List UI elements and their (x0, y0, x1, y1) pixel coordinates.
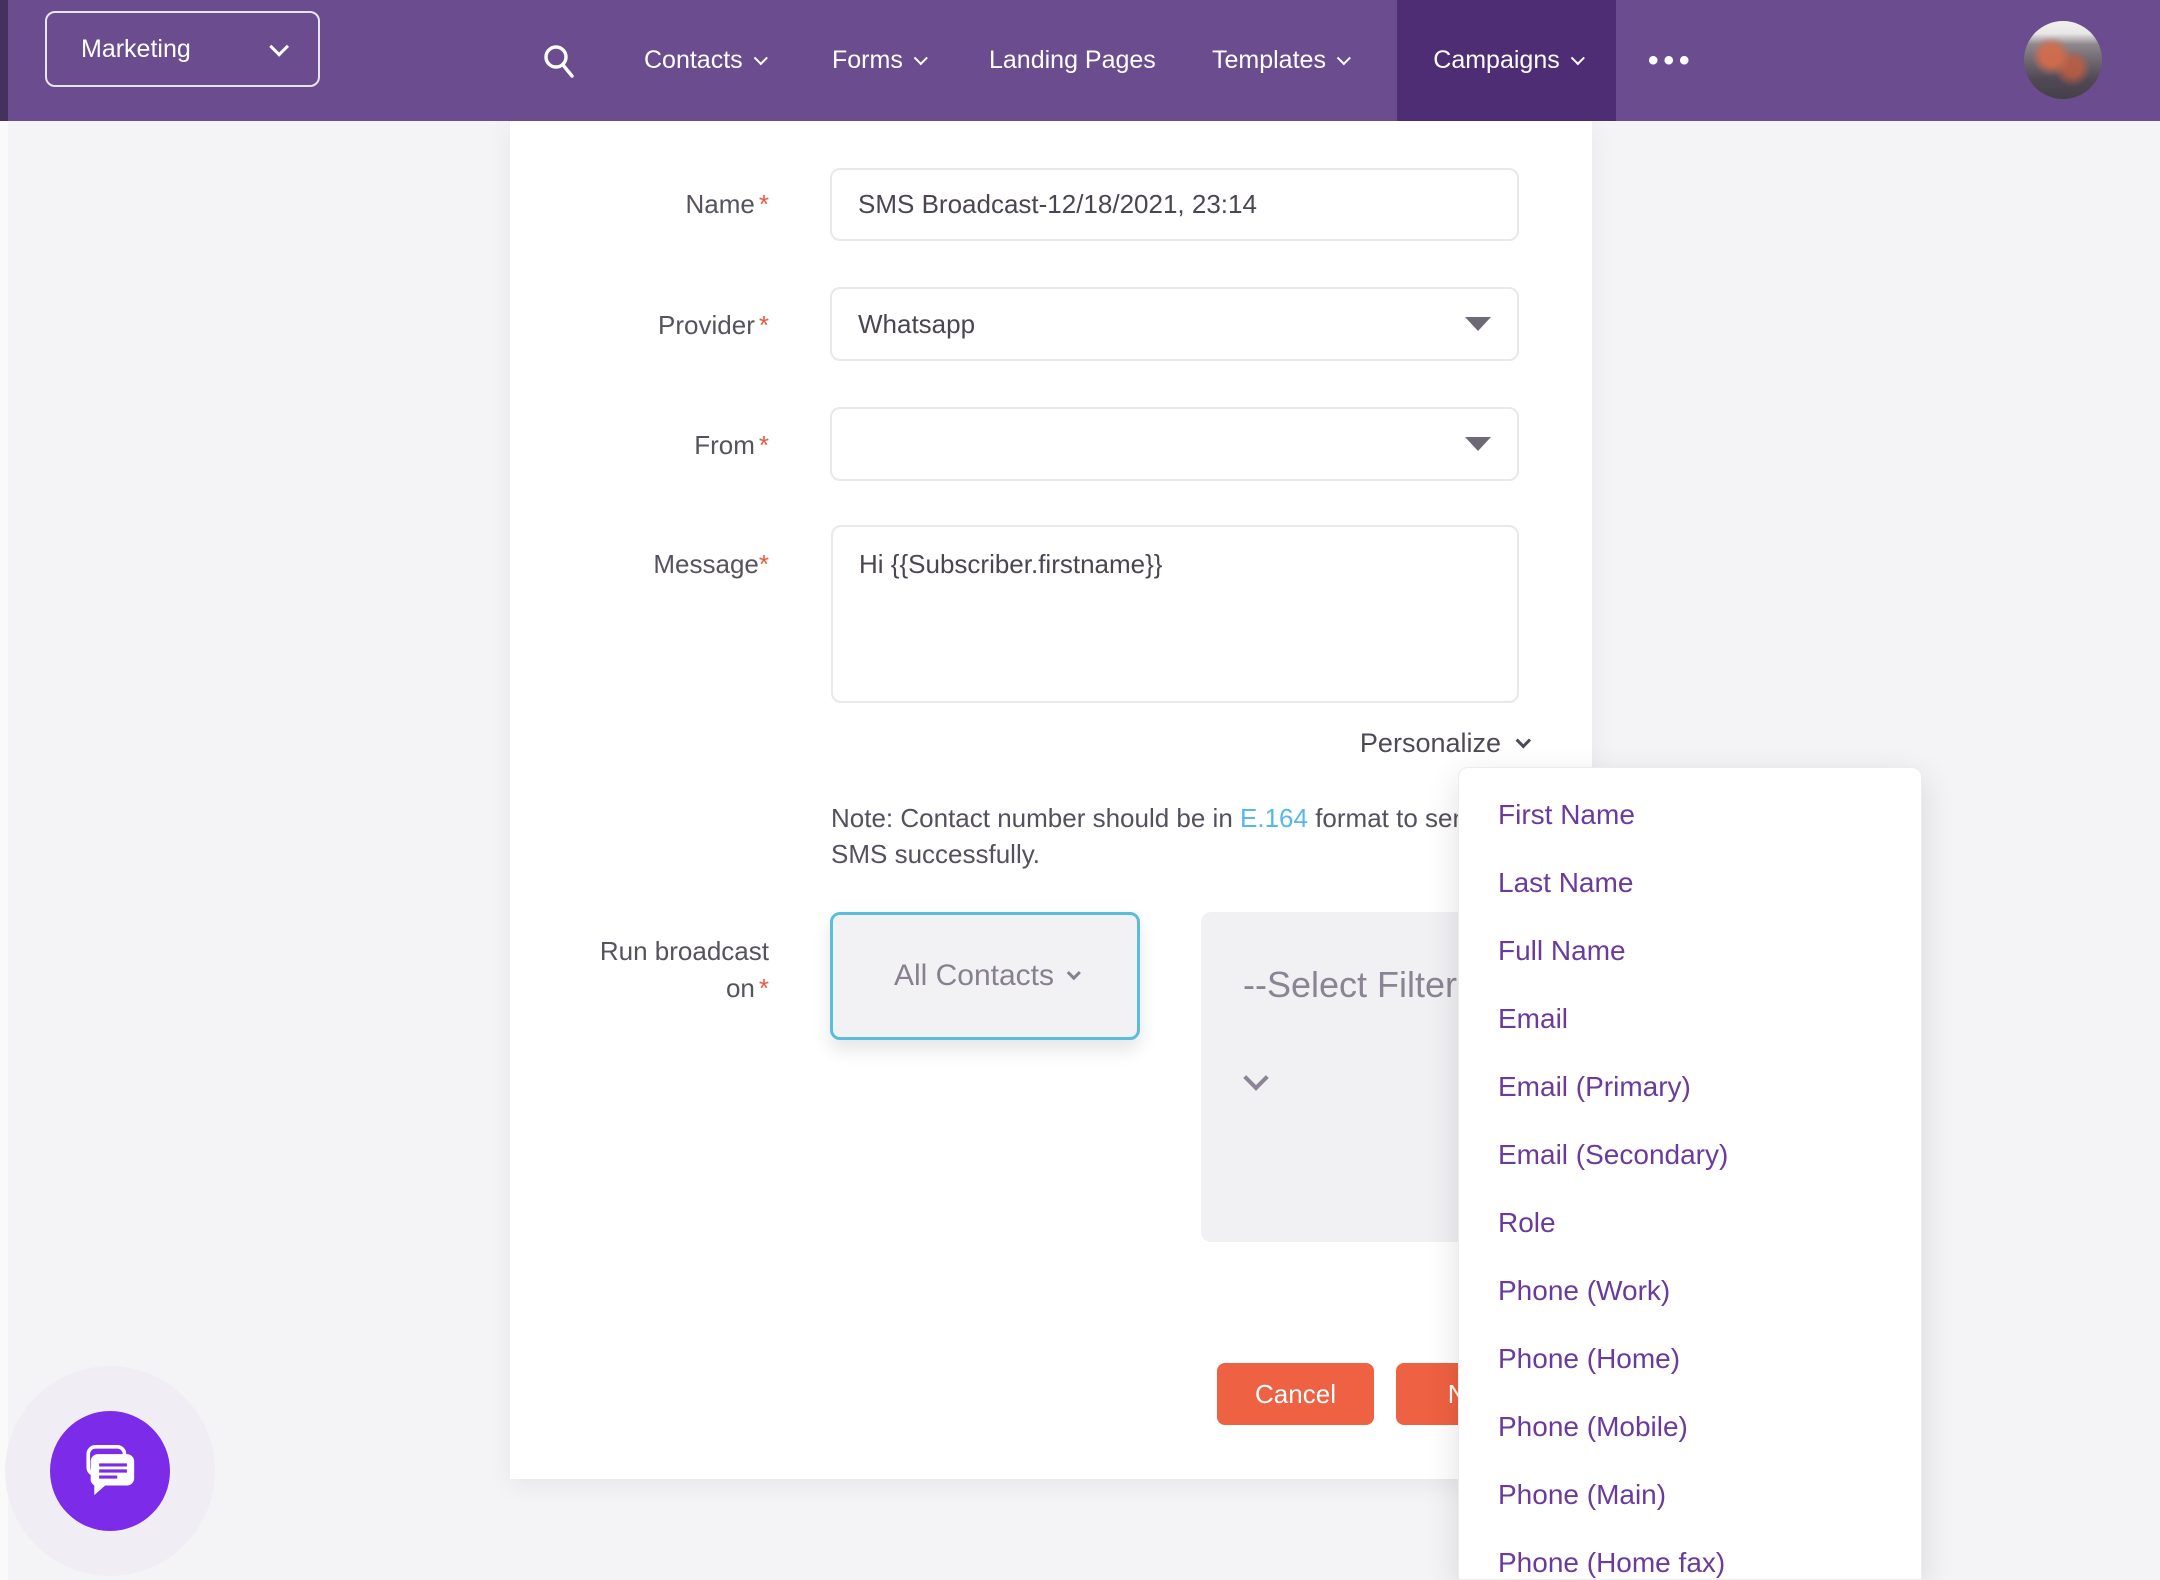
audience-value: All Contacts (893, 959, 1055, 992)
run-broadcast-label: Run broadcast on * (599, 936, 769, 1003)
menu-item-phone-mobile[interactable]: Phone (Mobile) (1459, 1393, 1921, 1461)
chevron-down-icon (1515, 732, 1532, 748)
filter-select[interactable]: --Select Filter-- (1201, 912, 1501, 1242)
dropdown-arrow-icon (1465, 317, 1491, 331)
message-textarea[interactable]: Hi {{Subscriber.firstname}} (831, 525, 1519, 703)
from-select[interactable] (830, 407, 1519, 481)
nav-item-label: Forms (832, 46, 903, 74)
nav-item-campaigns[interactable]: Campaigns (1397, 0, 1616, 121)
provider-select[interactable]: Whatsapp (830, 287, 1519, 361)
nav-item-contacts[interactable]: Contacts (644, 0, 768, 121)
message-label: Message* (653, 549, 769, 579)
menu-item-email-secondary[interactable]: Email (Secondary) (1459, 1121, 1921, 1189)
page-left-strip (0, 121, 8, 1580)
nav-item-label: Contacts (644, 46, 743, 74)
nav-item-templates[interactable]: Templates (1212, 0, 1351, 121)
menu-item-full-name[interactable]: Full Name (1459, 917, 1921, 985)
chat-launcher-button[interactable] (50, 1411, 170, 1531)
chat-icon (86, 1445, 135, 1496)
audience-select[interactable]: All Contacts (830, 912, 1140, 1040)
dropdown-arrow-icon (1465, 437, 1491, 451)
user-avatar[interactable] (2024, 21, 2102, 99)
cancel-button[interactable]: Cancel (1217, 1363, 1374, 1425)
e164-link[interactable]: E.164 (1240, 803, 1308, 833)
name-label: Name * (685, 189, 769, 219)
nav-item-landing-pages[interactable]: Landing Pages (989, 0, 1156, 121)
personalize-toggle[interactable]: Personalize (1359, 726, 1532, 760)
chevron-down-icon (1066, 966, 1081, 981)
menu-item-phone-home[interactable]: Phone (Home) (1459, 1325, 1921, 1393)
more-options-icon[interactable]: ••• (1648, 0, 1695, 121)
chevron-down-icon (1336, 50, 1351, 65)
required-asterisk: * (758, 430, 769, 460)
provider-value: Whatsapp (858, 308, 976, 339)
nav-item-forms[interactable]: Forms (832, 0, 928, 121)
required-asterisk: * (758, 310, 769, 340)
workspace-selector[interactable]: Marketing (45, 11, 320, 87)
chevron-down-icon (269, 36, 290, 57)
nav-item-label: Campaigns (1433, 46, 1560, 74)
menu-item-role[interactable]: Role (1459, 1189, 1921, 1257)
chevron-down-icon (913, 50, 928, 65)
top-nav: Marketing Contacts Forms Landing Pages T… (0, 0, 2160, 121)
provider-label: Provider * (658, 310, 769, 340)
broadcast-form-card: Name* Provider* Whatsapp From* Message* … (510, 121, 1592, 1479)
menu-item-last-name[interactable]: Last Name (1459, 849, 1921, 917)
chevron-down-icon (1570, 50, 1585, 65)
from-label: From * (694, 430, 769, 460)
personalize-label: Personalize (1359, 727, 1501, 758)
chevron-down-icon (1243, 1065, 1269, 1091)
search-icon[interactable] (540, 42, 578, 80)
nav-left-edge (0, 0, 8, 121)
name-input[interactable] (830, 168, 1519, 241)
menu-item-phone-work[interactable]: Phone (Work) (1459, 1257, 1921, 1325)
required-asterisk: * (758, 973, 769, 1003)
nav-item-label: Templates (1212, 46, 1326, 74)
required-asterisk: * (758, 549, 769, 579)
menu-item-phone-main[interactable]: Phone (Main) (1459, 1461, 1921, 1529)
chevron-down-icon (753, 50, 768, 65)
note-text: Note: Contact number should be in E.164 … (831, 803, 1482, 869)
personalize-menu: First Name Last Name Full Name Email Ema… (1458, 767, 1922, 1580)
menu-item-first-name[interactable]: First Name (1459, 781, 1921, 849)
menu-item-email[interactable]: Email (1459, 985, 1921, 1053)
nav-item-label: Landing Pages (989, 46, 1156, 74)
workspace-label: Marketing (81, 34, 191, 63)
required-asterisk: * (758, 189, 769, 219)
app-window: Marketing Contacts Forms Landing Pages T… (0, 0, 2160, 1580)
menu-item-email-primary[interactable]: Email (Primary) (1459, 1053, 1921, 1121)
filter-placeholder: --Select Filter-- (1243, 964, 1482, 1005)
menu-item-phone-home-fax[interactable]: Phone (Home fax) (1459, 1529, 1921, 1579)
